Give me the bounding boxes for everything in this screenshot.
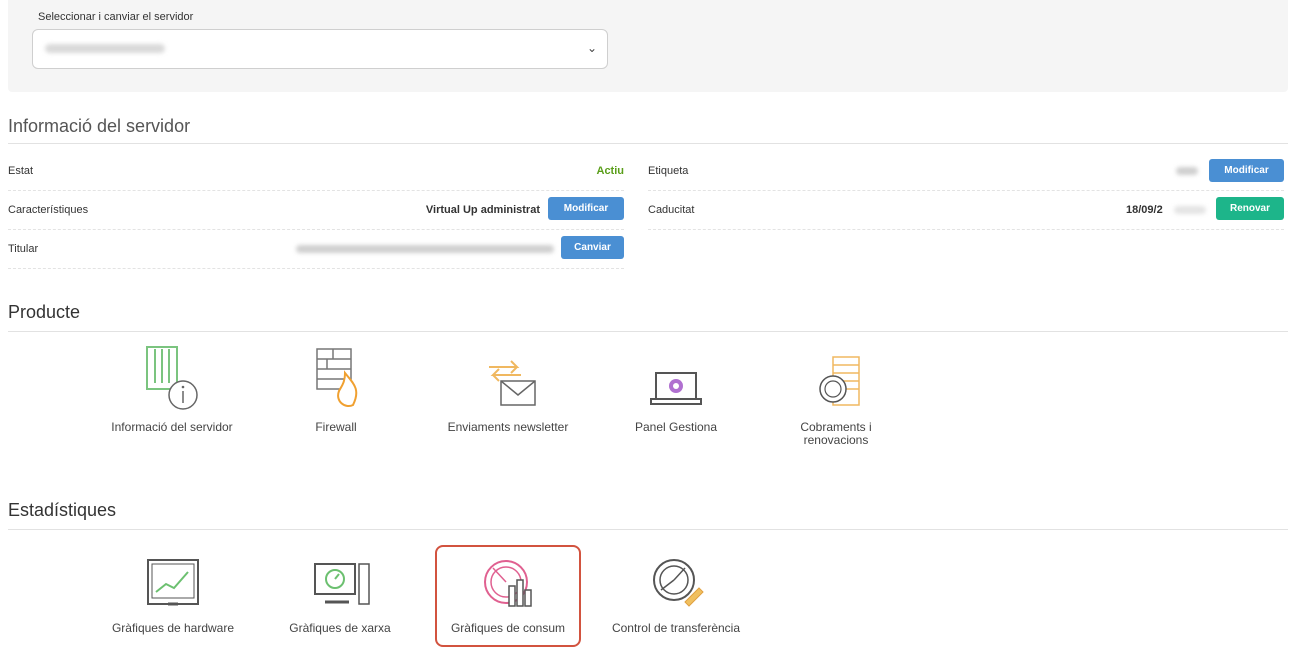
firewall-icon: [316, 348, 358, 407]
modify-features-button[interactable]: Modificar: [548, 197, 624, 220]
modify-tag-button[interactable]: Modificar: [1209, 159, 1284, 182]
info-row-expiry: Caducitat 18/09/2 Renovar: [648, 191, 1284, 230]
server-select-value: [45, 44, 165, 53]
transfer-control-icon: [653, 559, 704, 607]
server-selector-panel: Seleccionar i canviar el servidor ⌄: [8, 0, 1288, 92]
expiry-label: Caducitat: [648, 204, 695, 216]
features-value: Virtual Up administrat: [425, 204, 540, 216]
statistics-section-title: Estadístiques: [8, 500, 117, 520]
section-divider: [8, 529, 1288, 530]
tile-billing[interactable]: Cobraments i renovacions: [772, 343, 900, 447]
status-value: Actiu: [596, 165, 625, 177]
expiry-value-blur: [1174, 206, 1206, 214]
info-row-status: Estat Actiu: [8, 152, 624, 191]
tile-label: Informació del servidor: [111, 420, 233, 434]
server-info-title: Informació del servidor: [8, 116, 191, 136]
highlight-frame: [435, 545, 581, 647]
expiry-value: 18/09/2: [1126, 204, 1163, 216]
tile-transfer-control[interactable]: Control de transferència: [592, 550, 760, 635]
change-holder-button[interactable]: Canviar: [561, 236, 624, 259]
info-row-tag: Etiqueta Modificar: [648, 152, 1284, 191]
holder-value: [296, 245, 554, 253]
renew-button[interactable]: Renovar: [1216, 197, 1284, 220]
hardware-chart-icon: [147, 559, 199, 606]
network-chart-icon: [314, 563, 370, 605]
tile-newsletter[interactable]: Enviaments newsletter: [430, 343, 586, 434]
server-selector-label: Seleccionar i canviar el servidor: [38, 11, 194, 23]
chevron-down-icon: ⌄: [586, 41, 597, 55]
server-select[interactable]: ⌄: [32, 29, 608, 69]
tile-label: Enviaments newsletter: [447, 420, 569, 434]
tile-label: Control de transferència: [611, 621, 741, 635]
billing-icon: [819, 356, 860, 406]
tile-server-info[interactable]: Informació del servidor: [93, 343, 251, 434]
tile-label: Panel Gestiona: [634, 420, 718, 434]
holder-label: Titular: [8, 243, 39, 255]
tile-label: Cobraments i renovacions: [800, 420, 872, 447]
status-label: Estat: [8, 165, 34, 177]
features-label: Característiques: [8, 204, 89, 216]
tile-label: Firewall: [315, 420, 357, 434]
section-divider: [8, 331, 1288, 332]
section-divider: [8, 143, 1288, 144]
tag-label: Etiqueta: [648, 165, 689, 177]
tile-label: Gràfiques de xarxa: [289, 621, 391, 635]
tag-value: [1176, 167, 1198, 175]
tile-network-charts[interactable]: Gràfiques de xarxa: [275, 550, 405, 635]
laptop-panel-icon: [650, 372, 702, 405]
tile-hardware-charts[interactable]: Gràfiques de hardware: [90, 550, 256, 635]
tile-label: Gràfiques de hardware: [111, 621, 235, 635]
product-section-title: Producte: [8, 302, 81, 322]
info-row-features: Característiques Virtual Up administrat …: [8, 191, 624, 230]
server-info-icon: [146, 346, 198, 410]
tile-firewall[interactable]: Firewall: [296, 343, 376, 434]
info-row-holder: Titular Canviar: [8, 230, 624, 269]
tile-panel-gestiona[interactable]: Panel Gestiona: [620, 343, 732, 434]
newsletter-icon: [489, 360, 536, 406]
